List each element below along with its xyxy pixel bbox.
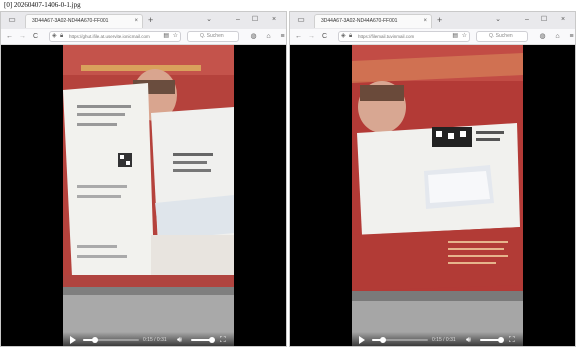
bookmark-star-icon[interactable]: ☆ [462,32,467,41]
tracking-shield-icon[interactable]: ◈ [52,32,57,41]
reader-view-icon[interactable]: ▤ [452,32,458,41]
tab-bar: ▭ 3D44A67-3A02-ND44A670-FF001 × + ⌄ – ☐ … [1,12,286,29]
extensions-icon[interactable]: ⌂ [264,32,273,41]
tab-bar: ▭ 3D44A67-3A02-ND44A670-FF001 × + ⌄ – ☐ … [290,12,575,29]
video-frame [352,45,523,346]
close-window-button[interactable]: × [558,15,568,25]
video-player[interactable]: 0:15 / 0:31 🔊︎ ⛶ [63,45,234,346]
navigation-bar: ← → C ◈ 🔒︎ https://filemail.tuvinmail.co… [290,29,575,45]
browser-tab[interactable]: 3D44A67-3A02-ND44A670-FF001 × [25,14,143,28]
video-controls: 0:15 / 0:31 🔊︎ ⛶ [63,332,234,346]
maximize-button[interactable]: ☐ [539,15,549,25]
tab-title: 3D44A67-3A02-ND44A670-FF001 [32,18,109,24]
search-input[interactable]: Q. Suchen [187,31,239,42]
list-tabs-chevron-icon[interactable]: ⌄ [493,15,503,25]
back-button[interactable]: ← [294,32,303,41]
tab-overview-icon[interactable]: ▭ [7,15,17,25]
lock-icon[interactable]: 🔒︎ [60,32,63,41]
tab-overview-icon[interactable]: ▭ [296,15,306,25]
new-tab-button[interactable]: + [437,15,442,25]
volume-slider[interactable] [191,339,211,341]
video-time: 0:15 / 0:31 [143,337,167,343]
seek-handle[interactable] [92,337,98,343]
menu-icon[interactable]: ≡ [567,32,575,41]
volume-handle[interactable] [209,337,215,343]
video-player[interactable]: 0:15 / 0:31 🔊︎ ⛶ [352,45,523,346]
search-input[interactable]: Q. Suchen [476,31,528,42]
close-window-button[interactable]: × [269,15,279,25]
reader-view-icon[interactable]: ▤ [163,32,169,41]
video-controls: 0:15 / 0:31 🔊︎ ⛶ [352,332,523,346]
browser-tab[interactable]: 3D44A67-3A02-ND44A670-FF001 × [314,14,432,28]
url-text[interactable]: https://filemail.tuvinmail.com [358,32,442,41]
search-placeholder: Q. Suchen [200,33,224,39]
pocket-icon[interactable]: ◍ [538,32,547,41]
minimize-button[interactable]: – [522,15,532,25]
browser-window-left: ▭ 3D44A67-3A02-ND44A670-FF001 × + ⌄ – ☐ … [0,11,287,347]
forward-button[interactable]: → [18,32,27,41]
address-bar[interactable]: ◈ 🔒︎ https://ghut.ifile.at.uservite.ioni… [49,31,181,42]
video-frame [63,45,234,346]
browser-window-right: ▭ 3D44A67-3A02-ND44A670-FF001 × + ⌄ – ☐ … [289,11,576,347]
volume-handle[interactable] [498,337,504,343]
fullscreen-icon[interactable]: ⛶ [509,335,515,345]
play-icon[interactable] [70,336,76,344]
minimize-button[interactable]: – [233,15,243,25]
url-text[interactable]: https://ghut.ifile.at.uservite.ionicmail… [69,32,153,41]
new-tab-button[interactable]: + [148,15,153,25]
forward-button[interactable]: → [307,32,316,41]
reload-button[interactable]: C [31,32,40,41]
volume-icon[interactable]: 🔊︎ [177,335,182,345]
pocket-icon[interactable]: ◍ [249,32,258,41]
extensions-icon[interactable]: ⌂ [553,32,562,41]
volume-icon[interactable]: 🔊︎ [466,335,471,345]
address-bar[interactable]: ◈ 🔒︎ https://filemail.tuvinmail.com ▤ ☆ [338,31,470,42]
video-time: 0:15 / 0:31 [432,337,456,343]
maximize-button[interactable]: ☐ [250,15,260,25]
image-caption: [0] 20260407-1406-0-1.jpg [4,1,81,9]
navigation-bar: ← → C ◈ 🔒︎ https://ghut.ifile.at.uservit… [1,29,286,45]
bookmark-star-icon[interactable]: ☆ [173,32,178,41]
page-content: 0:15 / 0:31 🔊︎ ⛶ [1,45,286,346]
seek-handle[interactable] [380,337,386,343]
menu-icon[interactable]: ≡ [278,32,286,41]
volume-slider[interactable] [480,339,500,341]
fullscreen-icon[interactable]: ⛶ [220,335,226,345]
play-icon[interactable] [359,336,365,344]
search-placeholder: Q. Suchen [489,33,513,39]
tab-title: 3D44A67-3A02-ND44A670-FF001 [321,18,398,24]
tracking-shield-icon[interactable]: ◈ [341,32,346,41]
tab-close-icon[interactable]: × [134,17,138,26]
list-tabs-chevron-icon[interactable]: ⌄ [204,15,214,25]
page-content: 0:15 / 0:31 🔊︎ ⛶ [290,45,575,346]
seek-bar[interactable] [83,337,139,343]
reload-button[interactable]: C [320,32,329,41]
tab-close-icon[interactable]: × [423,17,427,26]
seek-bar[interactable] [372,337,428,343]
lock-icon[interactable]: 🔒︎ [349,32,352,41]
back-button[interactable]: ← [5,32,14,41]
